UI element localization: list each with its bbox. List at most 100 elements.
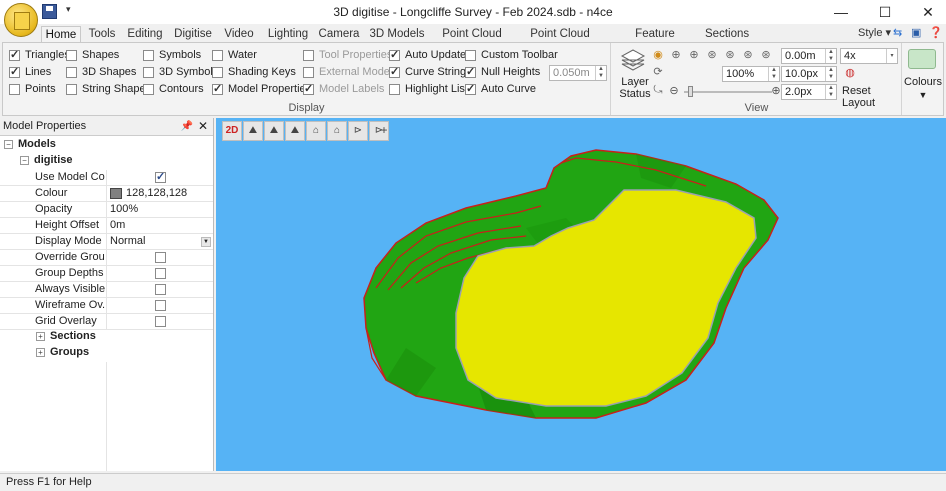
- terrain-model: [363, 149, 779, 419]
- view-north-icon[interactable]: ⊛: [704, 48, 720, 62]
- grid-overlay-checkbox[interactable]: [155, 316, 166, 327]
- tab-point-cloud-io[interactable]: Point Cloud I/O: [434, 26, 510, 56]
- east-view-icon[interactable]: ⊳: [348, 121, 368, 141]
- height-offset-value[interactable]: 0m: [106, 218, 213, 234]
- null-heights-checkbox[interactable]: Null Heights: [465, 65, 540, 78]
- tab-lighting[interactable]: Lighting: [266, 26, 310, 43]
- view-group: Layer Status ◉ ⊕ ⊕ ⊛ ⊛ ⊛ ⊛ ⟳ ⤿ 100% ▲ ▼ ⊖ …: [612, 43, 902, 115]
- curve-strings-checkbox[interactable]: Curve Strings: [389, 65, 472, 78]
- external-models-checkbox[interactable]: External Models: [303, 66, 398, 78]
- 3d-symbols-checkbox[interactable]: 3D Symbols: [143, 66, 218, 78]
- points-checkbox[interactable]: Points: [9, 83, 56, 95]
- view-top-icon[interactable]: ⊕: [668, 48, 684, 62]
- line-size-input[interactable]: 2.0px ▲ ▼: [781, 84, 837, 100]
- groups-node[interactable]: + Groups: [36, 346, 89, 358]
- triangles-checkbox[interactable]: Triangles: [9, 48, 70, 61]
- perspective-view-icon[interactable]: ⛰: [243, 121, 263, 141]
- view-front-icon[interactable]: ⊕: [686, 48, 702, 62]
- expand-icon[interactable]: +: [36, 331, 45, 341]
- property-row: Opacity 100%: [0, 202, 213, 218]
- fly-view-icon[interactable]: ⛰: [285, 121, 305, 141]
- colour-value[interactable]: 128,128,128: [106, 186, 213, 202]
- panel-close-icon[interactable]: ✕: [198, 118, 208, 135]
- zoom-slider-thumb[interactable]: [688, 86, 693, 97]
- zoom-input[interactable]: 100% ▲ ▼: [722, 66, 780, 82]
- colours-dropdown-icon[interactable]: ▼: [903, 90, 943, 100]
- style-menu[interactable]: Style ▾: [858, 26, 891, 39]
- maximize-button[interactable]: ☐: [870, 2, 900, 22]
- application-menu-button[interactable]: [4, 3, 38, 37]
- nav-arrows-icon[interactable]: ⇆: [893, 26, 902, 39]
- always-visible-checkbox[interactable]: [155, 284, 166, 295]
- tab-camera[interactable]: Camera: [318, 26, 360, 43]
- south-view-icon[interactable]: ⌂: [327, 121, 347, 141]
- shading-keys-checkbox[interactable]: Shading Keys: [212, 66, 296, 78]
- symbols-checkbox[interactable]: Symbols: [143, 49, 201, 61]
- colour-picker-icon[interactable]: ◍: [842, 66, 858, 80]
- add-view-icon[interactable]: +: [378, 121, 390, 141]
- tab-tools[interactable]: Tools: [85, 26, 119, 43]
- north-view-icon[interactable]: ⌂: [306, 121, 326, 141]
- model-labels-checkbox[interactable]: Model Labels: [303, 82, 384, 95]
- collapse-icon[interactable]: −: [20, 155, 29, 165]
- refresh-icon[interactable]: ⟳: [650, 65, 666, 79]
- expand-icon[interactable]: +: [36, 347, 45, 357]
- tool-properties-checkbox[interactable]: Tool Properties: [303, 49, 392, 61]
- tab-video[interactable]: Video: [221, 26, 257, 43]
- display-mode-select[interactable]: Normal ▼: [106, 234, 213, 250]
- string-shapes-checkbox[interactable]: String Shapes: [66, 83, 151, 95]
- 3d-viewport[interactable]: 2D ⛰ ⛰ ⛰ ⌂ ⌂ ⊳ ⊳ +: [216, 118, 946, 471]
- wireframe-overlay-checkbox[interactable]: [155, 300, 166, 311]
- tab-feature-extraction[interactable]: Feature Extraction: [610, 26, 700, 56]
- close-button[interactable]: ✕: [913, 2, 943, 22]
- colours-icon[interactable]: [908, 49, 936, 69]
- height-value-input[interactable]: 0.00m ▲ ▼: [781, 48, 837, 64]
- point-size-input[interactable]: 10.0px ▲ ▼: [781, 66, 837, 82]
- tab-3d-models[interactable]: 3D Models: [368, 26, 426, 43]
- layer-status-icon[interactable]: [620, 47, 646, 73]
- highlight-list-checkbox[interactable]: Highlight List: [389, 83, 468, 95]
- zoom-slider[interactable]: [684, 91, 772, 93]
- null-height-input[interactable]: 0.050m ▲ ▼: [549, 65, 607, 81]
- view-west-icon[interactable]: ⊛: [758, 48, 774, 62]
- auto-curve-checkbox[interactable]: Auto Curve: [465, 82, 536, 95]
- exaggeration-select[interactable]: 4x ▾: [840, 48, 898, 64]
- orbit-view-icon[interactable]: ⛰: [264, 121, 284, 141]
- pin-icon[interactable]: 📌: [181, 118, 193, 135]
- panel-title: Model Properties: [3, 120, 87, 132]
- models-node[interactable]: − Models: [4, 138, 56, 150]
- tab-digitise[interactable]: Digitise: [172, 26, 214, 43]
- help-book-icon[interactable]: ▣: [911, 26, 921, 39]
- tab-point-cloud-tools[interactable]: Point Cloud Tools: [518, 26, 602, 56]
- view-east-icon[interactable]: ⊛: [722, 48, 738, 62]
- collapse-icon[interactable]: −: [4, 139, 13, 149]
- model-digitise-node[interactable]: − digitise: [20, 154, 73, 166]
- model-properties-checkbox[interactable]: Model Properties: [212, 82, 311, 95]
- bulb-icon[interactable]: ◉: [650, 48, 666, 62]
- override-group-checkbox[interactable]: [155, 252, 166, 263]
- auto-update-checkbox[interactable]: Auto Update: [389, 48, 466, 61]
- use-model-colour-checkbox[interactable]: [155, 170, 166, 185]
- property-row: Override Grou...: [0, 250, 213, 266]
- sections-node[interactable]: + Sections: [36, 330, 96, 342]
- contours-checkbox[interactable]: Contours: [143, 83, 204, 95]
- lines-checkbox[interactable]: Lines: [9, 65, 51, 78]
- contour-line: [387, 225, 522, 291]
- tab-sections[interactable]: Sections: [705, 26, 749, 43]
- 2d-view-button[interactable]: 2D: [222, 121, 242, 141]
- tab-home[interactable]: Home: [41, 26, 81, 43]
- rotate-icon[interactable]: ⤿: [650, 83, 666, 97]
- custom-toolbar-checkbox[interactable]: Custom Toolbar: [465, 49, 558, 61]
- info-icon[interactable]: ❓: [929, 26, 943, 39]
- 3d-shapes-checkbox[interactable]: 3D Shapes: [66, 66, 136, 78]
- group-depths-checkbox[interactable]: [155, 268, 166, 279]
- shapes-checkbox[interactable]: Shapes: [66, 49, 119, 61]
- view-south-icon[interactable]: ⊛: [740, 48, 756, 62]
- water-checkbox[interactable]: Water: [212, 49, 257, 61]
- tab-editing[interactable]: Editing: [125, 26, 165, 43]
- colours-button[interactable]: Colours: [903, 76, 943, 88]
- minimize-button[interactable]: —: [826, 2, 856, 22]
- zoom-out-icon[interactable]: ⊖: [666, 84, 682, 98]
- layer-status-button[interactable]: Layer Status: [615, 76, 655, 100]
- opacity-value[interactable]: 100%: [106, 202, 213, 218]
